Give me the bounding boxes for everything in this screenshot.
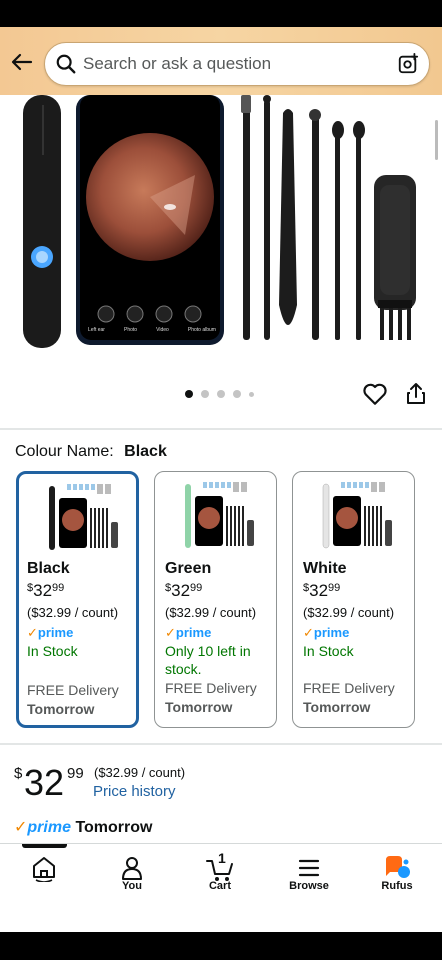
delivery-label: FREE Delivery [165, 680, 257, 696]
search-input[interactable] [83, 43, 383, 85]
home-icon [33, 857, 55, 882]
variant-thumbnail [49, 484, 118, 550]
variant-thumbnail [185, 482, 254, 548]
carousel-dot[interactable] [217, 390, 225, 398]
delivery-label: FREE Delivery [27, 682, 119, 698]
phone-screen-labels: Left ear Photo Video Photo album [88, 327, 216, 333]
nav-label: Browse [289, 880, 329, 892]
back-arrow-icon [11, 53, 33, 71]
cart-badge: 1 [218, 850, 226, 866]
search-bar[interactable] [44, 42, 430, 86]
variant-name: Green [165, 560, 212, 577]
prime-delivery: ✓prime Tomorrow [14, 817, 152, 837]
prime-badge: ✓prime [303, 625, 350, 640]
stock-status: Only 10 left in stock. [165, 643, 251, 677]
nav-browse[interactable]: Browse [265, 844, 353, 904]
prime-label: prime [27, 819, 71, 836]
price-fraction: 99 [67, 765, 84, 782]
search-icon [56, 54, 76, 74]
variant-thumbnail [322, 482, 392, 549]
price-history-link[interactable]: Price history [93, 783, 176, 800]
heart-icon[interactable] [362, 381, 388, 407]
price-whole: 32 [33, 581, 53, 600]
colour-name: Colour Name: Black [15, 443, 167, 461]
price-fraction: 99 [328, 582, 341, 594]
delivery-day: Tomorrow [75, 819, 153, 836]
stock-status: In Stock [303, 643, 354, 659]
share-icon[interactable] [404, 382, 428, 406]
currency-symbol: $ [303, 582, 310, 594]
variant-price: $3299 [27, 581, 64, 601]
variant-name: White [303, 560, 347, 577]
nav-home[interactable] [0, 844, 88, 904]
phone-label-photo-album: Photo album [187, 327, 216, 333]
prime-label: prime [313, 625, 350, 640]
variant-green[interactable]: Green $3299 ($32.99 / count) ✓prime Only… [154, 471, 277, 728]
variant-name: Black [27, 560, 70, 577]
delivery-day: Tomorrow [165, 699, 233, 715]
carousel-dot[interactable] [233, 390, 241, 398]
colour-label: Colour Name: [15, 443, 114, 460]
delivery-label: FREE Delivery [303, 680, 395, 696]
price-whole: 32 [309, 581, 329, 600]
price-whole: 32 [171, 581, 191, 600]
prime-badge: ✓prime [27, 625, 74, 640]
variant-unit-price: ($32.99 / count) [27, 605, 119, 620]
variant-black[interactable]: Black $3299 ($32.99 / count) ✓prime In S… [16, 471, 139, 728]
user-icon [122, 857, 142, 880]
status-bar [0, 0, 442, 27]
currency-symbol: $ [27, 582, 34, 594]
stock-status: In Stock [27, 643, 78, 659]
camera-lens-icon[interactable] [397, 53, 419, 75]
bottom-navigation: You 1 Cart Browse Rufus [0, 843, 442, 932]
variant-white[interactable]: White $3299 ($32.99 / count) ✓prime In S… [292, 471, 415, 728]
nav-label: You [122, 880, 142, 892]
unit-price: ($32.99 / count) [94, 765, 186, 780]
product-image-carousel[interactable]: Left ear Photo Video Photo album [0, 95, 442, 360]
back-button[interactable] [8, 48, 36, 76]
price-currency: $ [14, 765, 23, 782]
nav-cart[interactable]: 1 Cart [176, 844, 264, 904]
variant-unit-price: ($32.99 / count) [303, 605, 395, 620]
prime-badge: ✓prime [165, 625, 212, 640]
prime-label: prime [175, 625, 212, 640]
product-page: Left ear Photo Video Photo album Colour … [0, 95, 442, 843]
delivery-day: Tomorrow [303, 699, 371, 715]
delivery-day: Tomorrow [27, 701, 95, 717]
prime-check-icon: ✓ [14, 819, 28, 836]
price-fraction: 99 [190, 582, 203, 594]
price-fraction: 99 [52, 582, 65, 594]
divider [0, 743, 442, 745]
currency-symbol: $ [165, 582, 172, 594]
divider [0, 428, 442, 430]
price-whole: 32 [24, 762, 65, 803]
product-photo [23, 95, 416, 348]
nav-label: Cart [208, 880, 231, 892]
prime-label: prime [37, 625, 74, 640]
variant-price: $3299 [303, 581, 340, 601]
search-header [0, 27, 442, 95]
nav-label: Rufus [381, 880, 413, 892]
rufus-icon [386, 856, 410, 878]
colour-value: Black [124, 443, 167, 460]
carousel-dots[interactable] [185, 390, 254, 398]
phone-label-photo: Photo [124, 327, 138, 333]
menu-icon [298, 859, 320, 877]
nav-you[interactable]: You [88, 844, 176, 904]
variant-price: $3299 [165, 581, 202, 601]
phone-label-left-ear: Left ear [88, 327, 105, 333]
active-tab-indicator [22, 844, 67, 848]
carousel-dot-active[interactable] [185, 390, 193, 398]
scroll-indicator [435, 120, 438, 160]
nav-rufus[interactable]: Rufus [353, 844, 441, 904]
carousel-dot[interactable] [249, 391, 254, 397]
system-nav-bar [0, 932, 442, 960]
variant-unit-price: ($32.99 / count) [165, 605, 257, 620]
carousel-dot[interactable] [201, 390, 209, 398]
phone-label-video: Video [156, 327, 169, 333]
